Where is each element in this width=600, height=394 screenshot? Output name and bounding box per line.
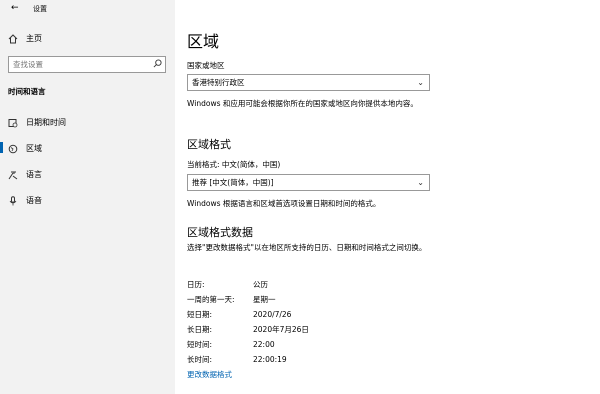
back-arrow-icon[interactable]: ← — [11, 3, 19, 13]
row-value: 星期一 — [253, 295, 276, 304]
sidebar-item-home[interactable]: 主页 — [8, 33, 42, 44]
page-title: 区域 — [187, 32, 220, 51]
title-bar: ← 设置 — [0, 0, 175, 18]
data-row-long-time: 长时间: 22:00:19 — [187, 354, 287, 365]
data-heading: 区域格式数据 — [187, 226, 253, 239]
data-row-long-date: 长日期: 2020年7月26日 — [187, 324, 309, 335]
home-icon — [8, 33, 18, 44]
data-row-first-day: 一周的第一天: 星期一 — [187, 294, 276, 305]
row-key: 长时间: — [187, 355, 213, 364]
change-data-format-link[interactable]: 更改数据格式 — [187, 369, 232, 380]
search-input[interactable] — [9, 57, 151, 72]
sidebar-item-label: 日期和时间 — [26, 118, 66, 127]
row-key: 日历: — [187, 280, 205, 289]
chevron-down-icon: ⌄ — [417, 78, 424, 87]
sidebar-item-label: 区域 — [26, 144, 42, 153]
sidebar-item-label: 语音 — [26, 196, 42, 205]
search-box[interactable] — [8, 56, 166, 73]
search-icon[interactable] — [153, 59, 162, 68]
language-icon — [8, 170, 18, 180]
row-key: 短日期: — [187, 310, 213, 319]
data-row-short-date: 短日期: 2020/7/26 — [187, 309, 291, 320]
row-value: 公历 — [253, 280, 268, 289]
format-value: 推荐 [中文(简体，中国)] — [192, 178, 274, 187]
globe-icon — [8, 144, 18, 154]
data-description: 选择"更改数据格式"以在地区所支持的日历、日期和时间格式之间切换。 — [187, 243, 427, 252]
sidebar-home-label: 主页 — [26, 34, 42, 43]
row-key: 一周的第一天: — [187, 295, 235, 304]
active-indicator — [0, 142, 3, 153]
country-dropdown[interactable]: 香港特别行政区 ⌄ — [187, 74, 430, 91]
row-value: 2020/7/26 — [253, 310, 292, 319]
app-title: 设置 — [33, 5, 47, 13]
row-key: 长日期: — [187, 325, 213, 334]
format-heading: 区域格式 — [187, 138, 231, 151]
country-value: 香港特别行政区 — [192, 78, 245, 87]
microphone-icon — [8, 195, 18, 206]
current-format-label: 当前格式: 中文(简体，中国) — [187, 160, 281, 169]
country-description: Windows 和应用可能会根据你所在的国家或地区向你提供本地内容。 — [187, 99, 418, 108]
sidebar-item-label: 语言 — [26, 170, 42, 179]
section-title: 时间和语言 — [8, 87, 46, 96]
sidebar-item-date-time[interactable]: 日期和时间 — [8, 117, 66, 128]
data-row-short-time: 短时间: 22:00 — [187, 339, 275, 350]
chevron-down-icon: ⌄ — [417, 178, 424, 187]
data-row-calendar: 日历: 公历 — [187, 279, 268, 290]
row-value: 22:00:19 — [253, 355, 287, 364]
sidebar-item-speech[interactable]: 语音 — [8, 195, 42, 206]
format-dropdown[interactable]: 推荐 [中文(简体，中国)] ⌄ — [187, 174, 430, 191]
row-key: 短时间: — [187, 340, 213, 349]
country-label: 国家或地区 — [187, 61, 225, 70]
sidebar-item-language[interactable]: 语言 — [8, 169, 42, 180]
main-content: 区域 国家或地区 香港特别行政区 ⌄ Windows 和应用可能会根据你所在的国… — [175, 0, 600, 394]
row-value: 22:00 — [253, 340, 275, 349]
calendar-clock-icon — [8, 118, 18, 128]
format-description: Windows 根据语言和区域首选项设置日期和时间的格式。 — [187, 199, 381, 208]
sidebar-item-region[interactable]: 区域 — [8, 143, 42, 154]
sidebar: ← 设置 主页 时间和语言 日期和时间 区域 语言 — [0, 0, 175, 394]
row-value: 2020年7月26日 — [253, 325, 309, 334]
